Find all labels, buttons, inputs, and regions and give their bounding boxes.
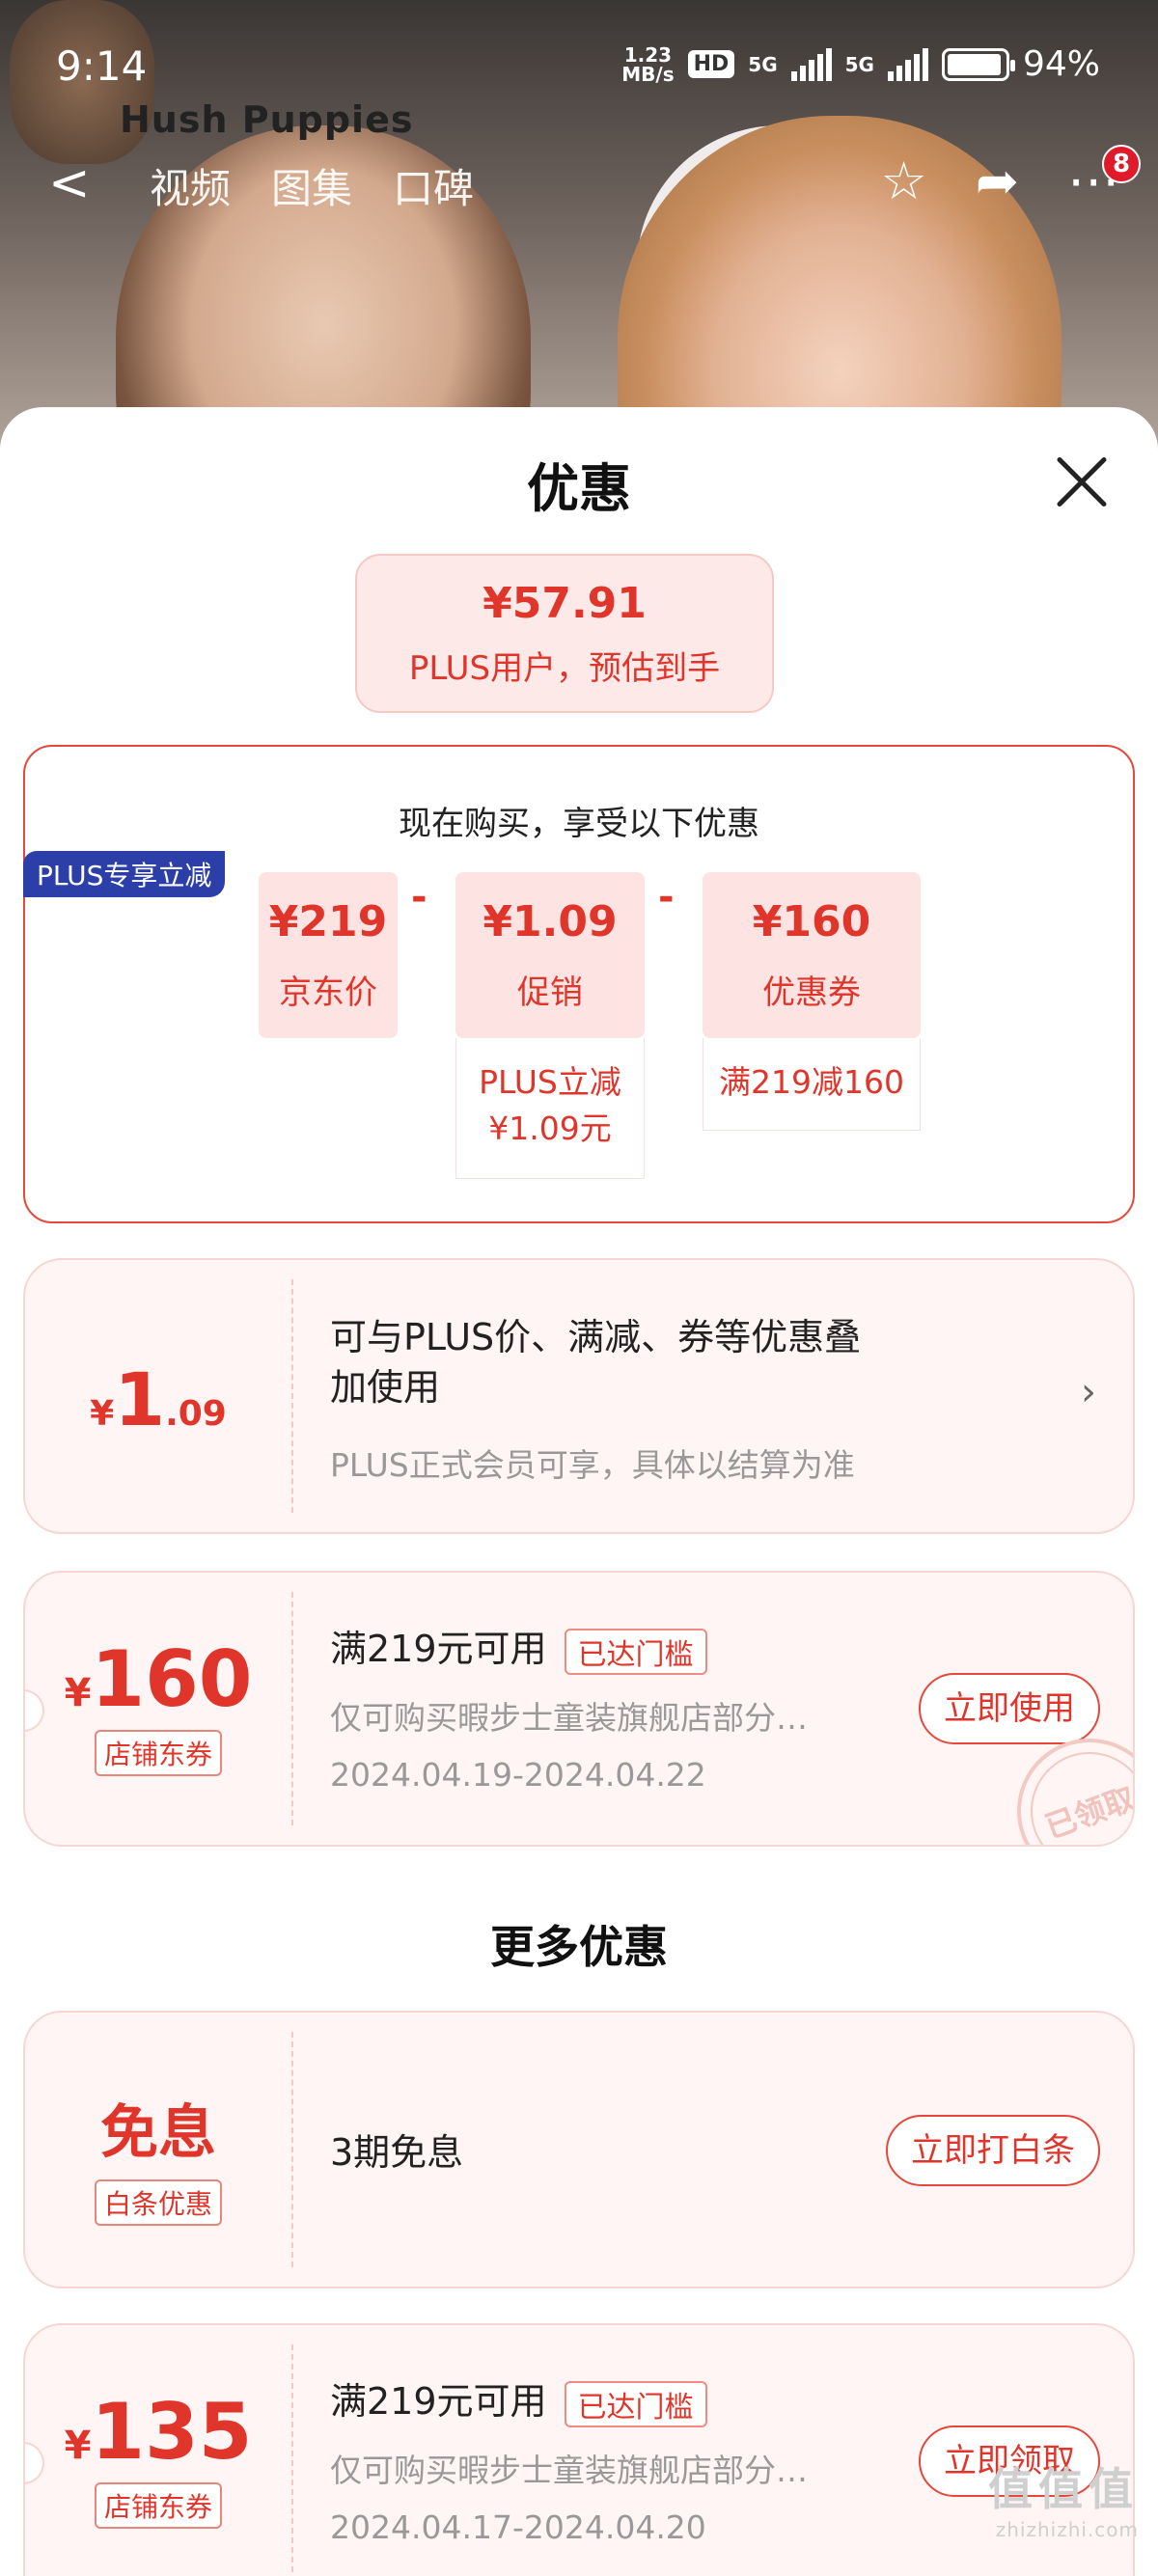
net-speed: 1.23 MB/s [621,42,675,86]
calc-heading: 现在购买，享受以下优惠 [399,805,759,843]
shop-coupon-tag: 店铺东券 [94,2482,222,2529]
minus-sign: - [658,875,675,919]
use-baitiao-button[interactable]: 立即打白条 [886,2115,1100,2186]
signal-icon [790,47,832,81]
coupon-amount: ¥160 [64,1634,253,1724]
coupon-card-160: ¥160 店铺东券 满219元可用 已达门槛 仅可购买暇步士童装旗舰店部分… 20… [23,1571,1135,1847]
coupon-amount-area: ¥135 店铺东券 [25,2325,291,2576]
tab-reviews[interactable]: 口碑 [393,156,474,215]
jd-price-chip: ¥219 京东价 [259,872,398,1038]
estimated-price: ¥57.91 [482,579,647,628]
promo-label: 促销 [517,973,583,1012]
baitiao-amount-area: 免息 白条优惠 [25,2013,291,2287]
signal-icon [887,47,928,81]
coupon-validity: 2024.04.19-2024.04.22 [330,1756,706,1794]
coupon-amount-area: ¥160 店铺东券 [25,1573,291,1845]
coupon-detail-line1: 满219减160 [719,1063,904,1101]
coupon-chip: ¥160 优惠券 [703,872,921,1038]
card-divider [291,1592,293,1825]
plus-discount-card[interactable]: ¥1.09 可与PLUS价、满减、券等优惠叠 加使用 PLUS正式会员可享，具体… [23,1258,1135,1534]
baitiao-card: 免息 白条优惠 3期免息 立即打白条 [23,2011,1135,2288]
threshold-reached-badge: 已达门槛 [564,1628,707,1675]
hd-icon: HD [687,50,735,78]
coupon-amount: ¥135 [64,2387,253,2477]
promo-value: ¥1.09 [482,897,618,946]
baitiao-tag: 白条优惠 [94,2179,222,2226]
card-divider [291,2344,293,2576]
card-divider [291,1279,293,1513]
plus-note: PLUS正式会员可享，具体以结算为准 [330,1446,855,1484]
close-icon[interactable] [1054,453,1110,509]
interest-free-label: 免息 [100,2099,216,2167]
coupon-value: ¥160 [752,897,871,946]
battery-fill [947,53,1001,75]
estimated-price-box: ¥57.91 PLUS用户，预估到手 [355,554,774,713]
use-now-button[interactable]: 立即使用 [919,1673,1100,1744]
status-bar: 9:14 1.23 MB/s HD 5G 5G 94% [0,0,1158,135]
promo-detail-line1: PLUS立减 [479,1063,621,1101]
promo-detail-line2: ¥1.09元 [488,1110,612,1147]
shop-coupon-tag: 店铺东券 [94,1730,222,1776]
status-right: 1.23 MB/s HD 5G 5G 94% [621,44,1100,84]
nav-actions: ☆ ➦ ⋯ 8 [880,145,1141,211]
watermark: 值值值 zhizhizhi.com [988,2463,1139,2541]
sim1-label: 5G [748,52,778,76]
media-tabs: 视频 图集 口碑 [150,156,474,215]
card-divider [291,2032,293,2267]
price-calculation: 现在购买，享受以下优惠 ¥219 京东价 - ¥1.09 促销 PLUS立减 ¥… [23,745,1135,1223]
notification-badge: 8 [1102,145,1141,183]
battery-percent: 94% [1022,44,1100,84]
battery-icon [941,47,1015,81]
back-icon[interactable]: < [48,154,91,212]
share-icon[interactable]: ➦ [976,151,1019,211]
coupon-scope: 仅可购买暇步士童装旗舰店部分… [330,1699,808,1737]
favorite-star-icon[interactable]: ☆ [880,151,926,211]
threshold-reached-badge: 已达门槛 [564,2380,707,2427]
promo-chip: ¥1.09 促销 [455,872,645,1038]
estimated-label: PLUS用户，预估到手 [408,649,721,688]
more-offers-title: 更多优惠 [490,1921,668,1973]
chevron-right-icon: › [1081,1370,1096,1414]
coupon-card-135: ¥135 店铺东券 满219元可用 已达门槛 仅可购买暇步士童装旗舰店部分… 20… [23,2323,1135,2576]
tab-video[interactable]: 视频 [150,156,231,215]
promo-detail: PLUS立减 ¥1.09元 [455,1038,645,1179]
coupon-validity: 2024.04.17-2024.04.20 [330,2508,706,2546]
status-time: 9:14 [56,42,148,90]
coupon-detail: 满219减160 [703,1038,921,1131]
sim2-label: 5G [844,52,874,76]
coupon-label: 优惠券 [762,973,861,1012]
plus-amount-area: ¥1.09 [25,1260,291,1532]
coupon-condition: 满219元可用 已达门槛 [330,1619,707,1675]
installment-title: 3期免息 [330,2131,464,2174]
coupon-condition: 满219元可用 已达门槛 [330,2371,707,2427]
jd-price-value: ¥219 [268,897,388,946]
plus-title: 可与PLUS价、满减、券等优惠叠 加使用 [330,1316,862,1409]
jd-price-label: 京东价 [279,973,377,1012]
minus-sign: - [411,875,427,919]
more-icon[interactable]: ⋯ 8 [1067,145,1141,211]
tab-gallery[interactable]: 图集 [271,156,352,215]
sheet-title: 优惠 [527,458,631,519]
plus-exclusive-tag: PLUS专享立减 [23,851,226,897]
coupon-scope: 仅可购买暇步士童装旗舰店部分… [330,2452,808,2489]
plus-amount: ¥1.09 [90,1357,227,1442]
top-nav: < 视频 图集 口碑 ☆ ➦ ⋯ 8 [0,145,1158,222]
